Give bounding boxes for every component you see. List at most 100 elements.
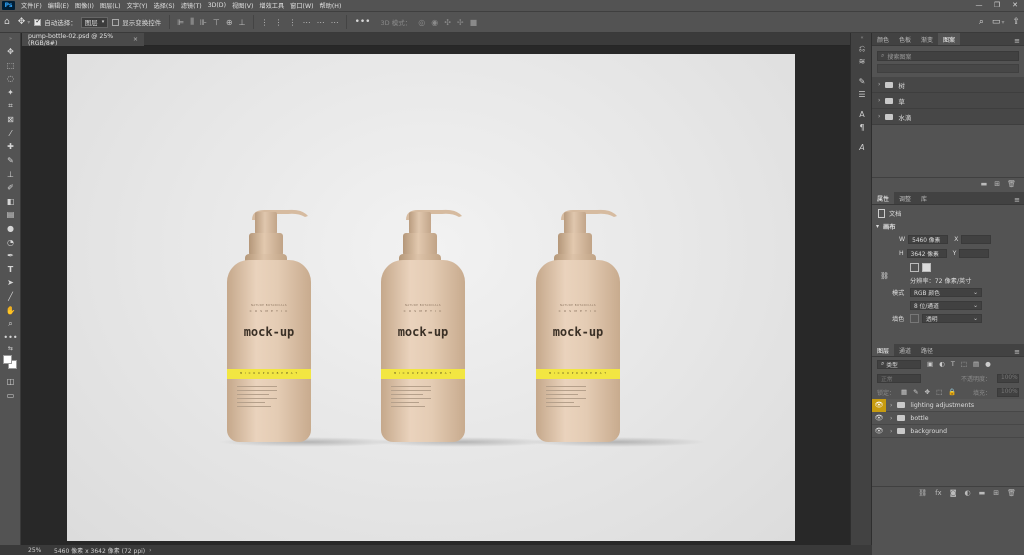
lock-artboard-icon[interactable]: ⬚ xyxy=(936,388,942,396)
distribute-middle-icon[interactable]: ⋯ xyxy=(317,18,325,27)
align-top-icon[interactable]: ⊤ xyxy=(213,18,220,27)
adjustment-filter-icon[interactable]: ◐ xyxy=(939,360,945,368)
distribute-bottom-icon[interactable]: ⋯ xyxy=(331,18,339,27)
canvas-section-header[interactable]: ▾ 画布 xyxy=(872,221,1024,232)
magic-wand-tool-icon[interactable]: ✦ xyxy=(0,86,21,100)
document-canvas[interactable]: NATURE BOTANICALS C O S M E T I C mock-u… xyxy=(67,54,795,541)
pen-tool-icon[interactable]: ✒ xyxy=(0,249,21,263)
eye-icon[interactable]: 👁 xyxy=(872,398,886,412)
pattern-search-input[interactable]: ⌕ 搜索图案 xyxy=(877,51,1019,61)
portrait-orientation-icon[interactable] xyxy=(910,263,919,272)
menu-type[interactable]: 文字(Y) xyxy=(124,1,151,10)
menu-3d[interactable]: 3D(D) xyxy=(205,2,229,9)
auto-select-checkbox[interactable] xyxy=(34,17,42,26)
align-bottom-icon[interactable]: ⊥ xyxy=(239,18,246,27)
chevron-down-icon[interactable]: ▾ xyxy=(27,19,30,26)
opacity-field[interactable]: 100% xyxy=(997,373,1019,383)
align-left-icon[interactable]: ⊫ xyxy=(177,18,184,27)
history-panel-icon[interactable]: ⎌ xyxy=(851,42,873,55)
color-swatches[interactable] xyxy=(0,353,21,375)
blur-tool-icon[interactable]: ● xyxy=(0,222,21,236)
roll-3d-icon[interactable]: ◉ xyxy=(431,18,438,27)
distribute-right-icon[interactable]: ⋮ xyxy=(289,18,297,27)
lock-all-icon[interactable]: 🔒 xyxy=(948,388,956,396)
tab-gradients[interactable]: 渐变 xyxy=(916,33,938,45)
align-vcenter-icon[interactable]: ⊕ xyxy=(226,18,233,27)
scale-3d-icon[interactable]: ■ xyxy=(470,18,478,27)
character-panel-icon[interactable]: A xyxy=(851,108,873,121)
marquee-tool-icon[interactable]: ⬚ xyxy=(0,59,21,73)
path-selection-tool-icon[interactable]: ➤ xyxy=(0,276,21,290)
brushes-panel-icon[interactable]: ☰ xyxy=(851,88,873,101)
status-menu-arrow[interactable]: › xyxy=(149,547,151,554)
quick-mask-icon[interactable]: ◫ xyxy=(0,375,21,389)
screen-mode-icon[interactable]: ▭ xyxy=(0,389,21,403)
more-options-icon[interactable]: ••• xyxy=(355,17,371,27)
distribute-center-icon[interactable]: ⋮ xyxy=(275,18,283,27)
chevron-right-icon[interactable]: › xyxy=(890,415,892,422)
tab-properties[interactable]: 属性 xyxy=(872,192,895,204)
document-tab[interactable]: pump-bottle-02.psd @ 25%(RGB/8#) × xyxy=(22,33,144,47)
eye-icon[interactable]: 👁 xyxy=(872,414,886,422)
auto-select-dropdown[interactable]: 图层 ▾ xyxy=(80,16,109,28)
layer-style-icon[interactable]: fx xyxy=(935,489,942,497)
delete-icon[interactable]: 🗑 xyxy=(1007,180,1016,188)
landscape-orientation-icon[interactable] xyxy=(922,263,931,272)
minimize-button[interactable]: — xyxy=(970,0,988,11)
glyphs-panel-icon[interactable]: A xyxy=(851,141,873,154)
close-tab-icon[interactable]: × xyxy=(133,36,138,43)
dodge-tool-icon[interactable]: ◔ xyxy=(0,235,21,249)
align-hcenter-icon[interactable]: ⫼ xyxy=(190,17,194,27)
hand-tool-icon[interactable]: ✋ xyxy=(0,303,21,317)
tab-channels[interactable]: 通道 xyxy=(894,344,916,356)
slide-3d-icon[interactable]: ✢ xyxy=(457,18,464,27)
new-layer-icon[interactable]: ⊞ xyxy=(993,489,999,497)
zoom-tool-icon[interactable]: ⌕ xyxy=(0,317,21,331)
pattern-size-slider[interactable] xyxy=(877,64,1019,73)
shape-filter-icon[interactable]: ⬚ xyxy=(961,360,967,368)
show-transform-checkbox[interactable] xyxy=(112,18,120,26)
move-tool-icon[interactable]: ✥ xyxy=(18,17,26,27)
lock-position-icon[interactable]: ✥ xyxy=(925,388,930,396)
layer-row[interactable]: 👁 › background xyxy=(872,425,1024,438)
tab-paths[interactable]: 路径 xyxy=(916,344,938,356)
pixel-filter-icon[interactable]: ▣ xyxy=(927,360,933,368)
swap-colors-icon[interactable]: ⇆ xyxy=(0,344,21,353)
tab-adjustments[interactable]: 调整 xyxy=(894,192,916,204)
align-right-icon[interactable]: ⊪ xyxy=(200,18,207,27)
menu-window[interactable]: 窗口(W) xyxy=(287,1,316,10)
layer-mask-icon[interactable]: ◙ xyxy=(950,489,957,497)
eye-icon[interactable]: 👁 xyxy=(872,427,886,435)
layer-row[interactable]: 👁 › bottle xyxy=(872,412,1024,425)
foreground-color-swatch[interactable] xyxy=(3,355,12,365)
tab-patterns[interactable]: 图案 xyxy=(938,33,961,45)
collapse-arrows-icon[interactable]: » xyxy=(0,33,21,45)
menu-view[interactable]: 视图(V) xyxy=(229,1,256,10)
panel-menu-icon[interactable]: ≡ xyxy=(1010,348,1024,356)
fill-color-swatch[interactable] xyxy=(910,314,919,323)
close-button[interactable]: ✕ xyxy=(1006,0,1024,11)
type-filter-icon[interactable]: T xyxy=(951,360,955,368)
bit-depth-dropdown[interactable]: 8 位/通道 ⌄ xyxy=(910,301,982,310)
pattern-group-water[interactable]: › 水滴 xyxy=(872,109,1024,125)
menu-image[interactable]: 图像(I) xyxy=(72,1,97,10)
panel-menu-icon[interactable]: ≡ xyxy=(1010,37,1024,45)
chevron-right-icon[interactable]: › xyxy=(890,428,892,435)
menu-help[interactable]: 帮助(H) xyxy=(317,1,345,10)
pattern-group-grass[interactable]: › 草 xyxy=(872,93,1024,109)
chevron-down-icon[interactable]: ▾ xyxy=(1001,19,1004,26)
fill-field[interactable]: 100% xyxy=(997,387,1019,397)
tab-color[interactable]: 颜色 xyxy=(872,33,894,45)
lasso-tool-icon[interactable]: ◌ xyxy=(0,72,21,86)
link-dimensions-icon[interactable]: ⛓ xyxy=(880,272,889,280)
lock-pixels-icon[interactable]: ▦ xyxy=(901,388,907,396)
distribute-top-icon[interactable]: ⋯ xyxy=(303,18,311,27)
stamp-tool-icon[interactable]: ⊥ xyxy=(0,167,21,181)
canvas-x-field[interactable] xyxy=(961,234,992,244)
frame-tool-icon[interactable]: ⊠ xyxy=(0,113,21,127)
chevron-right-icon[interactable]: › xyxy=(890,402,892,409)
menu-filter[interactable]: 滤镜(T) xyxy=(178,1,205,10)
gradient-tool-icon[interactable]: ▤ xyxy=(0,208,21,222)
type-tool-icon[interactable]: T xyxy=(0,263,21,277)
distribute-left-icon[interactable]: ⋮ xyxy=(261,18,269,27)
